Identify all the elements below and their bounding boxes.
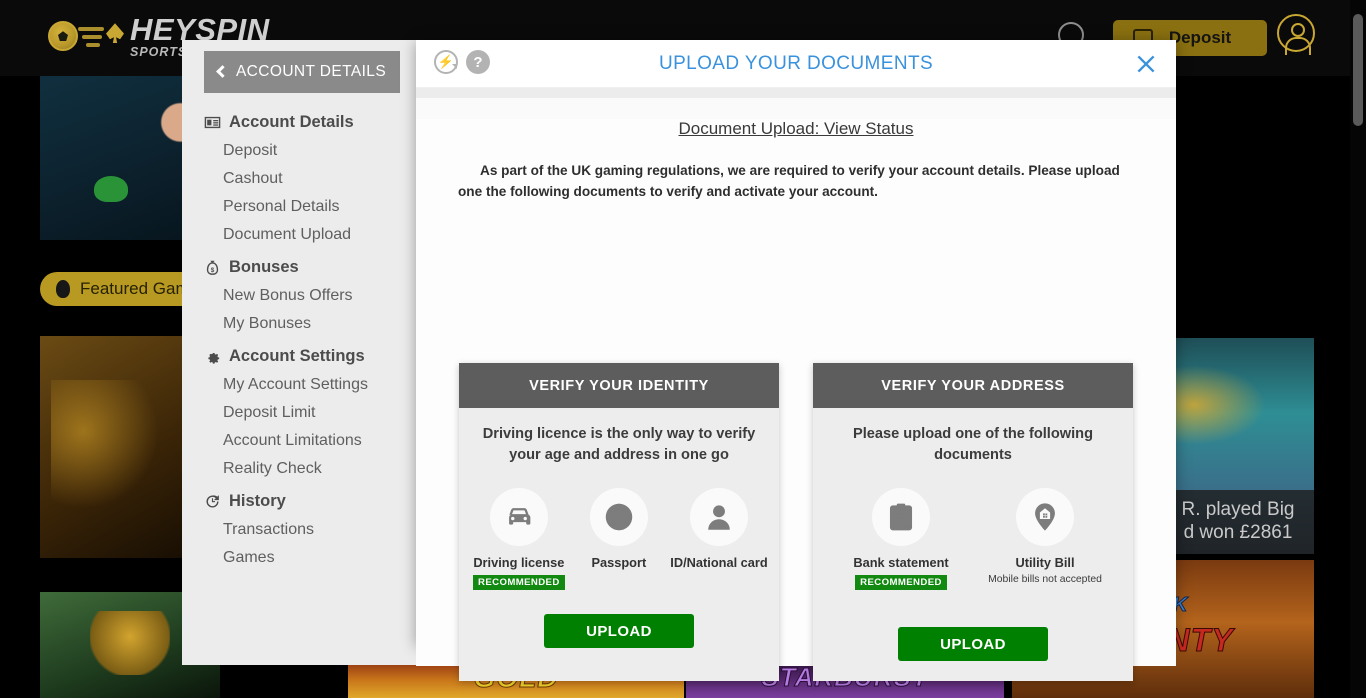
nav-group-bonuses[interactable]: $ Bonuses: [182, 249, 418, 282]
back-to-account-details-button[interactable]: ACCOUNT DETAILS: [204, 51, 400, 93]
close-icon[interactable]: [1130, 48, 1162, 80]
identity-card-subtitle: Driving licence is the only way to verif…: [482, 426, 756, 464]
big-bass-tile[interactable]: R. played Big d won £2861: [1162, 338, 1314, 554]
deposit-button-label: Deposit: [1168, 28, 1232, 47]
svg-text:$: $: [211, 267, 215, 274]
modal-divider: [416, 88, 1176, 98]
doc-option-passport[interactable]: Passport: [577, 488, 661, 590]
sidebar-item-my-account-settings[interactable]: My Account Settings: [182, 371, 418, 399]
nav-group-title: Account Details: [229, 113, 354, 131]
doc-label: Bank statement: [853, 555, 949, 571]
nav-group-title: Account Settings: [229, 347, 365, 365]
account-nav: Account Details Deposit Cashout Personal…: [182, 104, 418, 572]
doc-option-bank-statement[interactable]: $ Bank statement RECOMMENDED: [853, 488, 949, 591]
svg-text:$: $: [904, 521, 908, 528]
doc-label: ID/National card: [670, 555, 768, 571]
identity-upload-button[interactable]: UPLOAD: [544, 614, 694, 649]
house-pin-icon: [1016, 488, 1074, 547]
doc-option-id-national-card[interactable]: ID/National card: [670, 488, 768, 590]
doc-note: Mobile bills not accepted: [988, 574, 1102, 586]
chevron-left-icon: [216, 65, 229, 78]
user-avatar-icon[interactable]: [1277, 14, 1315, 55]
sidebar-item-personal-details[interactable]: Personal Details: [182, 193, 418, 221]
bank-statement-icon: $: [872, 488, 930, 547]
modal-title: UPLOAD YOUR DOCUMENTS: [658, 52, 934, 74]
verify-identity-card: VERIFY YOUR IDENTITY Driving licence is …: [459, 363, 779, 682]
sidebar-item-deposit-limit[interactable]: Deposit Limit: [182, 399, 418, 427]
doc-label: Utility Bill: [1015, 555, 1075, 571]
modal-body: Document Upload: View Status As part of …: [416, 119, 1176, 682]
person-id-icon: [690, 488, 748, 547]
page-root: HEYSPIN SPORTSBOOK & Deposit Featured Ga…: [0, 0, 1366, 698]
verification-cards: VERIFY YOUR IDENTITY Driving licence is …: [432, 363, 1160, 682]
address-card-subtitle: Please upload one of the following docum…: [853, 426, 1093, 464]
nav-group-account-details[interactable]: Account Details: [182, 104, 418, 137]
sidebar-item-new-bonus-offers[interactable]: New Bonus Offers: [182, 282, 418, 310]
sidebar-item-deposit[interactable]: Deposit: [182, 137, 418, 165]
nav-group-title: Bonuses: [229, 258, 299, 276]
flame-spade-icon: [78, 21, 124, 51]
chat-support-icon[interactable]: ⚡: [434, 50, 458, 74]
history-clock-icon: [204, 493, 221, 510]
sidebar-item-account-limitations[interactable]: Account Limitations: [182, 427, 418, 455]
account-panel: ACCOUNT DETAILS Account Details Deposit …: [182, 40, 418, 665]
identity-card-heading: VERIFY YOUR IDENTITY: [459, 363, 779, 408]
soccer-ball-icon: [48, 21, 78, 52]
gear-icon: [204, 348, 221, 365]
doc-label: Driving license: [473, 555, 565, 571]
money-bag-icon: $: [204, 259, 221, 276]
help-question-icon[interactable]: ?: [466, 50, 490, 74]
sidebar-item-reality-check[interactable]: Reality Check: [182, 455, 418, 483]
recommended-badge: RECOMMENDED: [855, 575, 947, 591]
doc-option-driving-license[interactable]: Driving license RECOMMENDED: [473, 488, 565, 591]
sidebar-item-transactions[interactable]: Transactions: [182, 516, 418, 544]
nav-group-account-settings[interactable]: Account Settings: [182, 338, 418, 371]
back-button-label: ACCOUNT DETAILS: [235, 63, 387, 80]
address-card-heading: VERIFY YOUR ADDRESS: [813, 363, 1133, 408]
page-scrollbar[interactable]: [1350, 0, 1366, 698]
verify-address-card: VERIFY YOUR ADDRESS Please upload one of…: [813, 363, 1133, 682]
globe-icon: [589, 488, 648, 547]
upload-documents-modal: ⚡ ? UPLOAD YOUR DOCUMENTS Document Uploa…: [416, 40, 1176, 682]
address-upload-button[interactable]: UPLOAD: [898, 627, 1048, 662]
view-status-link[interactable]: Document Upload: View Status: [432, 119, 1160, 139]
sidebar-item-games[interactable]: Games: [182, 544, 418, 572]
sidebar-item-cashout[interactable]: Cashout: [182, 165, 418, 193]
modal-intro-text: As part of the UK gaming regulations, we…: [458, 163, 1120, 199]
car-icon: [489, 488, 548, 547]
modal-titlebar: ⚡ ? UPLOAD YOUR DOCUMENTS: [416, 40, 1176, 88]
doc-option-utility-bill[interactable]: Utility Bill Mobile bills not accepted: [988, 488, 1102, 590]
doc-label: Passport: [591, 555, 647, 571]
big-bass-win-text: R. played Big d won £2861: [1162, 490, 1314, 554]
scrollbar-thumb[interactable]: [1353, 14, 1363, 126]
nav-group-history[interactable]: History: [182, 483, 418, 516]
flame-icon: [56, 280, 70, 298]
sidebar-item-document-upload[interactable]: Document Upload: [182, 221, 418, 249]
nav-group-title: History: [229, 492, 286, 510]
sidebar-item-my-bonuses[interactable]: My Bonuses: [182, 310, 418, 338]
recommended-badge: RECOMMENDED: [473, 575, 565, 591]
id-card-icon: [204, 114, 221, 131]
